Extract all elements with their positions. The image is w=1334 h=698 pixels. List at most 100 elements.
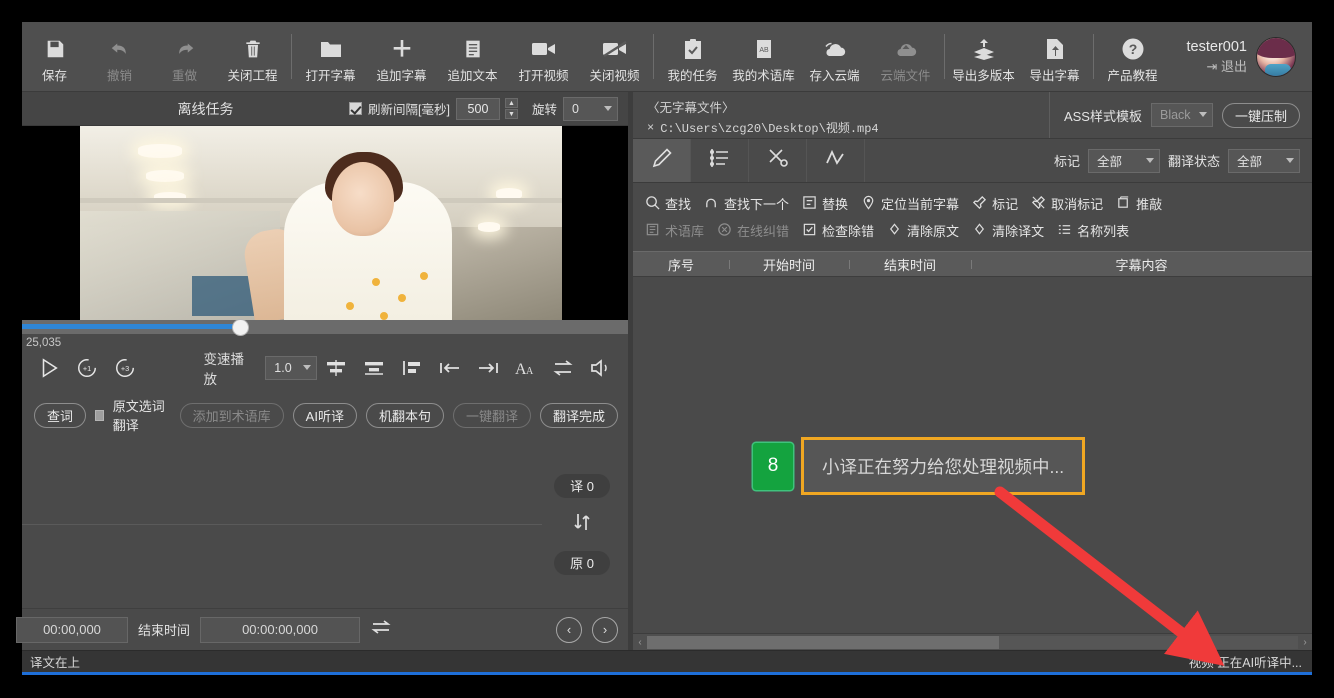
tab-list[interactable] xyxy=(691,139,749,182)
font-size-button[interactable]: AA xyxy=(507,351,545,385)
end-time-input[interactable]: 00:00:00,000 xyxy=(200,617,360,643)
forward-1-button[interactable]: +1 xyxy=(68,351,106,385)
glossary-button[interactable]: 术语库 xyxy=(643,219,710,242)
column-subtitle-content[interactable]: 字幕内容 xyxy=(971,255,1312,274)
toolbar-append-text[interactable]: 追加文本 xyxy=(437,22,508,91)
toolbar-redo[interactable]: 重做 xyxy=(152,22,217,91)
toolbar-open-video[interactable]: 打开视频 xyxy=(508,22,579,91)
lookup-word-button[interactable]: 查词 xyxy=(34,403,86,428)
processing-toast: 8 小译正在努力给您处理视频中... xyxy=(753,437,1085,495)
horizontal-scrollbar[interactable]: ‹ › xyxy=(633,633,1312,650)
refresh-interval-stepper[interactable]: ▲ ▼ xyxy=(505,98,518,119)
svg-text:A: A xyxy=(526,366,534,377)
seek-handle[interactable] xyxy=(232,319,249,336)
replace-button[interactable]: 替换 xyxy=(800,192,854,215)
online-fix-button[interactable]: 在线纠错 xyxy=(715,219,795,242)
toolbar-my-tasks-label: 我的任务 xyxy=(667,65,717,84)
logout-button[interactable]: ⇥ 退出 xyxy=(1187,58,1247,77)
ai-transcribe-button[interactable]: AI听译 xyxy=(293,403,357,428)
mark-button[interactable]: 标记 xyxy=(970,192,1024,215)
close-icon[interactable]: × xyxy=(647,121,654,135)
play-button[interactable] xyxy=(30,351,68,385)
translation-done-button[interactable]: 翻译完成 xyxy=(540,403,618,428)
align-center-button[interactable] xyxy=(355,351,393,385)
chevron-down-icon xyxy=(1199,112,1207,121)
jump-start-button[interactable] xyxy=(431,351,469,385)
clear-target-button[interactable]: 清除译文 xyxy=(970,219,1050,242)
time-swap-button[interactable] xyxy=(370,618,392,641)
toolbar-spacer xyxy=(1168,22,1187,91)
toolbar-cloud-files[interactable]: 云端文件 xyxy=(870,22,941,91)
video-preview[interactable] xyxy=(22,126,628,320)
translated-text-input[interactable] xyxy=(22,440,542,525)
polish-button[interactable]: 推敲 xyxy=(1114,192,1168,215)
refresh-checkbox[interactable] xyxy=(349,102,362,115)
status-left: 译文在上 xyxy=(22,652,80,671)
swap-button[interactable] xyxy=(544,351,582,385)
translated-count-badge[interactable]: 译 0 xyxy=(554,474,610,498)
updown-swap-icon[interactable] xyxy=(570,511,594,538)
subtitle-table-body[interactable]: 8 小译正在努力给您处理视频中... xyxy=(633,277,1312,633)
align-left-button[interactable] xyxy=(393,351,431,385)
avatar[interactable] xyxy=(1256,37,1296,77)
toolbar-save-cloud[interactable]: 存入云端 xyxy=(799,22,870,91)
scroll-right-icon[interactable]: › xyxy=(1298,637,1312,648)
scrollbar-thumb[interactable] xyxy=(647,636,999,649)
video-seek-bar[interactable] xyxy=(22,320,628,334)
cloud-wifi-icon xyxy=(822,36,848,62)
export-file-icon xyxy=(1045,36,1065,62)
toolbar-close-project[interactable]: 关闭工程 xyxy=(217,22,288,91)
unmark-button[interactable]: 取消标记 xyxy=(1029,192,1109,215)
status-left-text: 译文在上 xyxy=(30,652,80,671)
toolbar-close-video[interactable]: 关闭视频 xyxy=(579,22,650,91)
name-list-button[interactable]: 名称列表 xyxy=(1055,219,1135,242)
tab-edit[interactable] xyxy=(633,139,691,182)
align-both-button[interactable] xyxy=(317,351,355,385)
ass-template-select[interactable]: Black xyxy=(1151,103,1213,127)
clear-source-button[interactable]: 清除原文 xyxy=(885,219,965,242)
toolbar-undo[interactable]: 撤销 xyxy=(87,22,152,91)
speed-select[interactable]: 1.0 xyxy=(265,356,317,380)
volume-button[interactable] xyxy=(582,351,620,385)
stepper-down[interactable]: ▼ xyxy=(505,109,518,119)
toolbar-tutorial[interactable]: ? 产品教程 xyxy=(1097,22,1168,91)
select-translate-checkbox[interactable] xyxy=(95,410,104,421)
tab-tools[interactable] xyxy=(749,139,807,182)
jump-end-button[interactable] xyxy=(469,351,507,385)
save-icon xyxy=(44,36,66,62)
one-click-translate-button[interactable]: 一键翻译 xyxy=(453,403,531,428)
toolbar-open-subtitle[interactable]: 打开字幕 xyxy=(295,22,366,91)
check-errors-button[interactable]: 检查除错 xyxy=(800,219,880,242)
forward-3-button[interactable]: +3 xyxy=(106,351,144,385)
column-index[interactable]: 序号 xyxy=(633,255,729,274)
stepper-up[interactable]: ▲ xyxy=(505,98,518,108)
mark-filter-select[interactable]: 全部 xyxy=(1088,149,1160,173)
column-start-time[interactable]: 开始时间 xyxy=(729,255,849,274)
original-count-badge[interactable]: 原 0 xyxy=(554,551,610,575)
machine-translate-sentence-button[interactable]: 机翻本句 xyxy=(366,403,444,428)
locate-current-subtitle-button[interactable]: 定位当前字幕 xyxy=(859,192,965,215)
replace-label: 替换 xyxy=(822,194,848,213)
column-end-time[interactable]: 结束时间 xyxy=(849,255,971,274)
scroll-left-icon[interactable]: ‹ xyxy=(633,637,647,648)
toolbar-export-subtitle[interactable]: 导出字幕 xyxy=(1019,22,1090,91)
original-text-input[interactable] xyxy=(22,525,542,609)
encode-button[interactable]: 一键压制 xyxy=(1222,103,1300,128)
tab-waveform[interactable] xyxy=(807,139,865,182)
scrollbar-track[interactable] xyxy=(647,636,1298,649)
rotate-select[interactable]: 0 xyxy=(563,97,618,121)
refresh-interval-input[interactable]: 500 xyxy=(456,98,500,120)
toolbar-save[interactable]: 保存 xyxy=(22,22,87,91)
toolbar-export-multi[interactable]: 导出多版本 xyxy=(948,22,1019,91)
toolbar-append-subtitle[interactable]: 追加字幕 xyxy=(366,22,437,91)
mark-filter-value: 全部 xyxy=(1097,151,1122,170)
prev-subtitle-button[interactable]: ‹ xyxy=(556,617,582,643)
find-next-button[interactable]: 查找下一个 xyxy=(702,192,795,215)
find-button[interactable]: 查找 xyxy=(643,192,697,215)
toolbar-my-tasks[interactable]: 我的任务 xyxy=(657,22,728,91)
status-filter-select[interactable]: 全部 xyxy=(1228,149,1300,173)
next-subtitle-button[interactable]: › xyxy=(592,617,618,643)
toolbar-my-glossary[interactable]: AB 我的术语库 xyxy=(728,22,799,91)
add-to-glossary-button[interactable]: 添加到术语库 xyxy=(180,403,284,428)
start-time-input[interactable]: 00:00,000 xyxy=(16,617,128,643)
